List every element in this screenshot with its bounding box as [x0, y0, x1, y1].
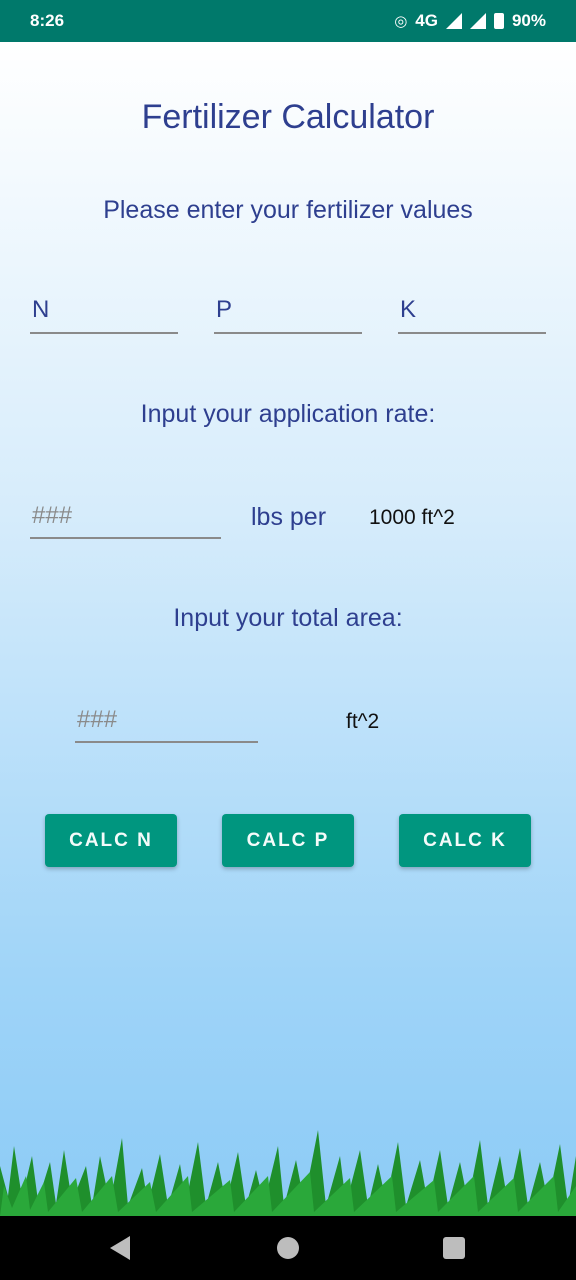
battery-icon	[493, 13, 504, 29]
rate-unit-value: 1000 ft^2	[369, 506, 455, 529]
system-navigation-bar	[0, 1216, 576, 1280]
network-type: 4G	[415, 11, 438, 30]
calc-p-button[interactable]: CALC P	[222, 814, 354, 867]
calc-k-button[interactable]: CALC K	[399, 814, 531, 867]
app-screen: Fertilizer Calculator Please enter your …	[0, 42, 576, 1216]
hotspot-icon: ◎	[394, 13, 408, 30]
area-input[interactable]: ###	[75, 706, 258, 743]
status-time: 8:26	[30, 11, 65, 30]
signal-icon	[445, 13, 462, 29]
rate-unit-label: lbs per	[251, 503, 327, 531]
rate-input[interactable]: ###	[30, 502, 221, 539]
signal-icon-2	[469, 13, 486, 29]
rate-prompt: Input your application rate:	[140, 400, 436, 428]
page-title: Fertilizer Calculator	[141, 98, 435, 136]
area-prompt: Input your total area:	[173, 604, 403, 632]
status-bar: 8:26 ◎ 4G 90%	[0, 0, 576, 42]
nav-back-icon[interactable]	[110, 1236, 130, 1260]
area-unit: ft^2	[346, 710, 380, 733]
nav-recent-apps-icon[interactable]	[443, 1237, 465, 1259]
nav-home-icon[interactable]	[277, 1237, 299, 1259]
n-input[interactable]: N	[30, 296, 178, 334]
battery-level: 90%	[511, 11, 546, 30]
grass-decoration	[0, 1130, 576, 1216]
fertilizer-prompt: Please enter your fertilizer values	[103, 196, 473, 224]
p-input[interactable]: P	[214, 296, 362, 334]
status-icons: ◎ 4G 90%	[394, 11, 546, 31]
k-input[interactable]: K	[398, 296, 546, 334]
calc-n-button[interactable]: CALC N	[45, 814, 177, 867]
